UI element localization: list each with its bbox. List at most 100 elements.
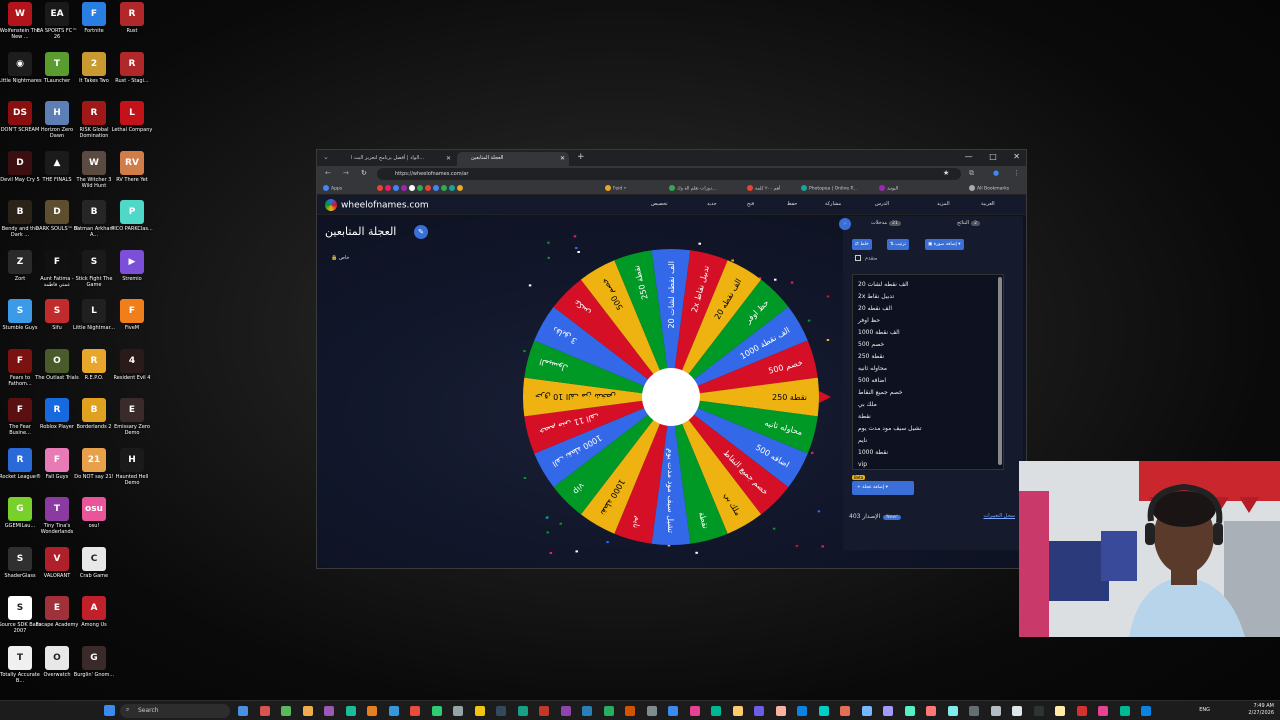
- taskbar-app-icon[interactable]: [238, 706, 248, 716]
- taskbar-app-icon[interactable]: [775, 706, 786, 716]
- taskbar-app-icon[interactable]: [474, 706, 485, 716]
- bookmark-star-icon[interactable]: ★: [943, 169, 949, 177]
- desktop-icon[interactable]: R Rocket League®: [0, 447, 41, 497]
- taskbar-app-icon[interactable]: [324, 706, 334, 716]
- bookmark-all[interactable]: All Bookmarks: [969, 185, 1009, 192]
- taskbar-app-icon[interactable]: [883, 706, 893, 716]
- taskbar-app-icon[interactable]: [1012, 706, 1022, 716]
- menu-language[interactable]: العربية: [981, 201, 995, 207]
- drive-icon[interactable]: [457, 185, 463, 191]
- desktop-icon[interactable]: R Roblox Player: [37, 398, 77, 447]
- bookmark-words[interactable]: أهم ٣٠٠ كلمة: [747, 185, 780, 192]
- desktop-icon[interactable]: A Among Us: [74, 596, 114, 645]
- desktop-icon[interactable]: H Haunted Hell Demo: [112, 447, 152, 497]
- taskbar-app-icon[interactable]: [840, 706, 850, 716]
- desktop-icon[interactable]: O The Outlast Trials: [35, 348, 79, 398]
- desktop-icon[interactable]: G GGEMILau...: [0, 497, 40, 546]
- desktop-icon[interactable]: F Fears to Fathom...: [0, 348, 40, 398]
- desktop-icon[interactable]: RV RV There Yet: [112, 150, 152, 200]
- taskbar-app-icon[interactable]: [926, 706, 936, 716]
- site-logo[interactable]: wheelofnames.com: [325, 199, 429, 211]
- desktop-icon[interactable]: P PICO PARKClas...: [111, 200, 153, 249]
- desktop-icon[interactable]: F The Fear Busine...: [0, 398, 40, 447]
- desktop-icon[interactable]: 2 It Takes Two: [74, 51, 114, 101]
- desktop-icon[interactable]: T Totally Accurate B...: [0, 645, 40, 695]
- maximize-button[interactable]: □: [989, 152, 997, 161]
- advanced-checkbox[interactable]: متقدم: [855, 255, 877, 262]
- menu-more[interactable]: المزيد: [937, 201, 950, 207]
- desktop-icon[interactable]: T TLauncher: [37, 51, 77, 101]
- tab-streaming-tool[interactable]: الواد | أفضل برنامج لتعزيز البث ا... ✕: [337, 152, 455, 166]
- desktop-icon[interactable]: S Source SDK Base 2007: [0, 596, 41, 645]
- taskbar-app-icon[interactable]: [1098, 706, 1108, 716]
- twitch-icon[interactable]: [401, 185, 407, 191]
- sheets-icon[interactable]: [441, 185, 447, 191]
- desktop-icon[interactable]: ▶ Stremio: [112, 249, 152, 299]
- desktop-icon[interactable]: O Overwatch: [37, 645, 77, 695]
- desktop-icon[interactable]: F Aunt Fatima - عمتي فاطمة: [37, 249, 77, 299]
- desktop-icon[interactable]: C Crab Game: [74, 546, 114, 596]
- desktop-icon[interactable]: S Stick Fight The Game: [74, 249, 114, 299]
- docs-icon[interactable]: [433, 185, 439, 191]
- add-image-button[interactable]: ▣ إضافة صورة ▾: [925, 239, 964, 250]
- desktop-icon[interactable]: D DARK SOULS™ III: [35, 200, 79, 249]
- clock[interactable]: 7:49 AM 2/27/2026: [1248, 703, 1274, 717]
- taskbar-app-icon[interactable]: [1033, 706, 1044, 716]
- desktop-icon[interactable]: S Stumble Guys: [0, 299, 40, 348]
- taskbar-app-icon[interactable]: [582, 706, 592, 716]
- desktop-icon[interactable]: W Wolfenstein The New ...: [0, 2, 40, 51]
- taskbar-app-icon[interactable]: [302, 706, 313, 716]
- tab-results[interactable]: النتائج 2: [957, 220, 980, 226]
- tab-wheel[interactable]: العجلة المتابعين ✕: [457, 152, 569, 166]
- menu-open[interactable]: فتح: [747, 201, 754, 207]
- tiktok-icon[interactable]: [409, 185, 415, 191]
- taskbar-app-icon[interactable]: [732, 706, 743, 716]
- desktop-icon[interactable]: H Horizon Zero Dawn: [37, 101, 77, 150]
- taskbar-app-icon[interactable]: [367, 706, 377, 716]
- taskbar-app-icon[interactable]: [797, 706, 807, 716]
- taskbar-app-icon[interactable]: [668, 706, 678, 716]
- desktop-icon[interactable]: S ShaderGlass: [0, 546, 40, 596]
- gmail-icon[interactable]: [425, 185, 431, 191]
- taskbar-app-icon[interactable]: [990, 706, 1001, 716]
- taskbar-app-icon[interactable]: [1119, 706, 1130, 716]
- forward-icon[interactable]: →: [343, 169, 349, 177]
- taskbar-app-icon[interactable]: [1141, 706, 1151, 716]
- desktop-icon[interactable]: F FiveM: [112, 299, 152, 348]
- bookmark-feid[interactable]: Feid •: [605, 185, 626, 192]
- desktop-icon[interactable]: DS DON'T SCREAM: [0, 101, 40, 150]
- pencil-icon[interactable]: ✎: [414, 225, 428, 239]
- desktop-icon[interactable]: E Emissary Zero Demo: [112, 398, 152, 447]
- facebook-icon[interactable]: [393, 185, 399, 191]
- desktop-icon[interactable]: F Fortnite: [74, 2, 114, 51]
- taskbar-app-icon[interactable]: [560, 706, 571, 716]
- name-wheel[interactable]: الف نقطه لشات 20 2x تدبيل نقاطالف نقطه 20…: [521, 235, 841, 555]
- menu-new[interactable]: جديد: [707, 201, 717, 207]
- taskbar-app-icon[interactable]: [453, 706, 463, 716]
- sort-button[interactable]: ⇅ ترتيب: [887, 239, 909, 250]
- desktop-icon[interactable]: B Batman Arkham A...: [74, 200, 114, 249]
- desktop-icon[interactable]: Z Zort: [0, 249, 40, 299]
- desktop-icon[interactable]: R R.E.P.O.: [74, 348, 114, 398]
- taskbar-app-icon[interactable]: [388, 706, 399, 716]
- desktop-icon[interactable]: G Burglin' Gnom...: [74, 645, 114, 695]
- new-tab-button[interactable]: +: [577, 152, 585, 162]
- taskbar-app-icon[interactable]: [1055, 706, 1065, 716]
- menu-save[interactable]: حفظ: [787, 201, 797, 207]
- desktop-icon[interactable]: EA EA SPORTS FC™ 26: [37, 2, 77, 51]
- taskbar-app-icon[interactable]: [431, 706, 442, 716]
- taskbar-app-icon[interactable]: [496, 706, 506, 716]
- taskbar-app-icon[interactable]: [259, 706, 270, 716]
- desktop-icon[interactable]: T Tiny Tina's Wonderlands: [37, 497, 77, 546]
- desktop-icon[interactable]: 21 Do NOT say 21!: [74, 447, 114, 497]
- changelog-link[interactable]: سجل التغييرات: [984, 513, 1016, 519]
- taskbar-app-icon[interactable]: [517, 706, 528, 716]
- profile-icon[interactable]: ●: [993, 169, 999, 177]
- desktop-icon[interactable]: B Borderlands 2: [74, 398, 114, 447]
- desktop-icon[interactable]: L Little Nightmar...: [73, 299, 115, 348]
- minimize-button[interactable]: —: [965, 152, 973, 161]
- bookmark-apps[interactable]: Apps: [323, 185, 342, 192]
- instagram-icon[interactable]: [385, 185, 391, 191]
- desktop-icon[interactable]: D Devil May Cry 5: [0, 150, 40, 200]
- youtube-icon[interactable]: [377, 185, 383, 191]
